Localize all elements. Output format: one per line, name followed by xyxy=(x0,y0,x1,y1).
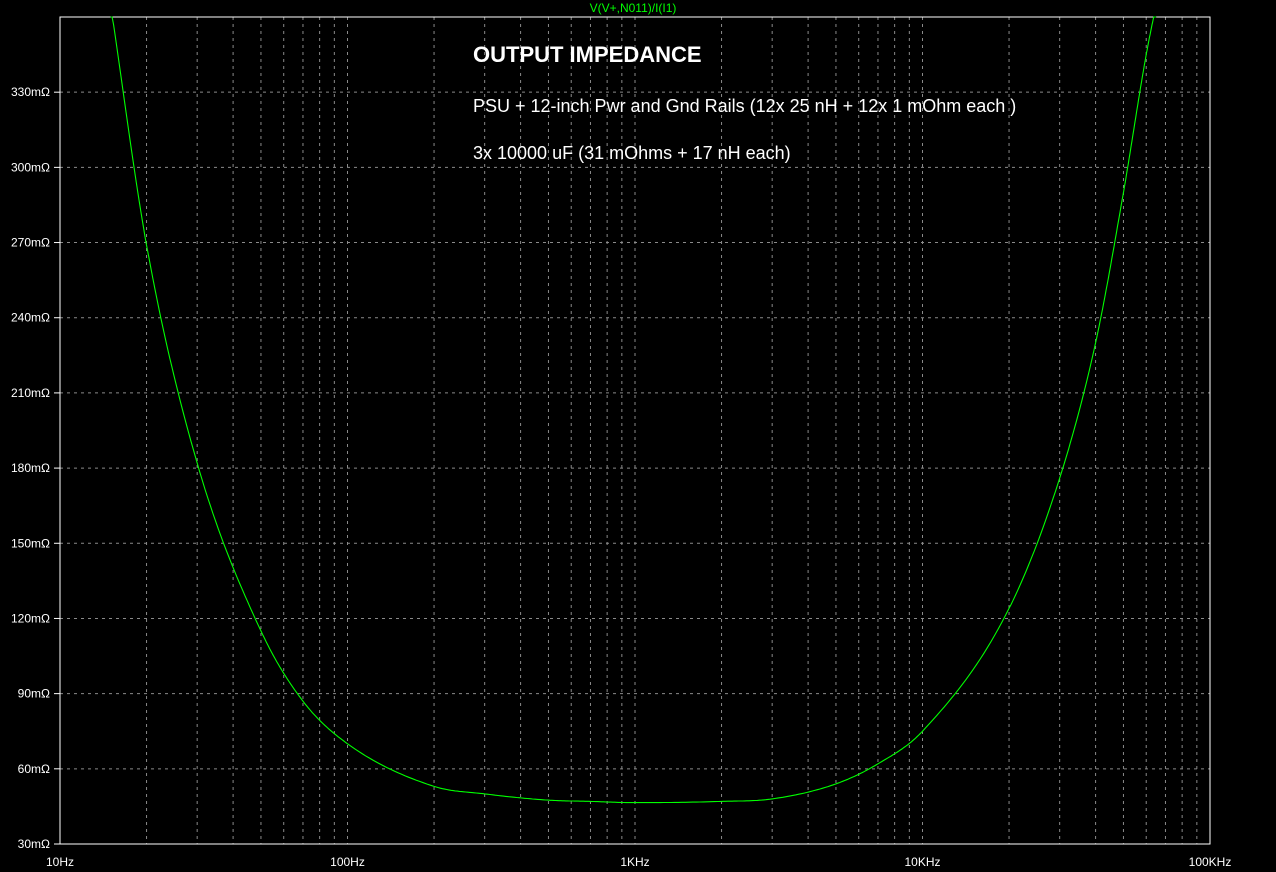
x-tick-label: 1KHz xyxy=(620,855,649,869)
y-tick-label: 300mΩ xyxy=(11,160,50,174)
y-tick-label: 120mΩ xyxy=(11,611,50,625)
x-axis-ticks: 10Hz 100Hz 1KHz 10KHz 100KHz xyxy=(46,855,1231,869)
impedance-trace xyxy=(110,16,1157,804)
y-tick-label: 180mΩ xyxy=(11,461,50,475)
x-tick-label: 10Hz xyxy=(46,855,74,869)
x-tick-label: 100Hz xyxy=(330,855,365,869)
y-tick-label: 330mΩ xyxy=(11,85,50,99)
y-tick-label: 90mΩ xyxy=(18,687,50,701)
annotation-rails: PSU + 12-inch Pwr and Gnd Rails (12x 25 … xyxy=(473,96,1016,116)
x-tick-label: 100KHz xyxy=(1189,855,1232,869)
y-tick-label: 240mΩ xyxy=(11,311,50,325)
trace-expression-title: V(V+,N011)/I(I1) xyxy=(590,1,677,15)
y-axis-ticks: 30mΩ 60mΩ 90mΩ 120mΩ 150mΩ 180mΩ 210mΩ 240mΩ 270… xyxy=(11,85,60,851)
x-tick-label: 10KHz xyxy=(904,855,940,869)
annotation-heading: OUTPUT IMPEDANCE xyxy=(473,42,702,67)
annotation-caps: 3x 10000 uF (31 mOhms + 17 nH each) xyxy=(473,143,791,163)
y-tick-label: 270mΩ xyxy=(11,236,50,250)
y-tick-label: 150mΩ xyxy=(11,536,50,550)
y-tick-label: 210mΩ xyxy=(11,386,50,400)
y-tick-label: 30mΩ xyxy=(18,837,50,851)
grid xyxy=(59,17,1210,845)
impedance-plot: 30mΩ 60mΩ 90mΩ 120mΩ 150mΩ 180mΩ 210mΩ 240mΩ 270… xyxy=(11,1,1231,869)
y-tick-label: 60mΩ xyxy=(18,762,50,776)
